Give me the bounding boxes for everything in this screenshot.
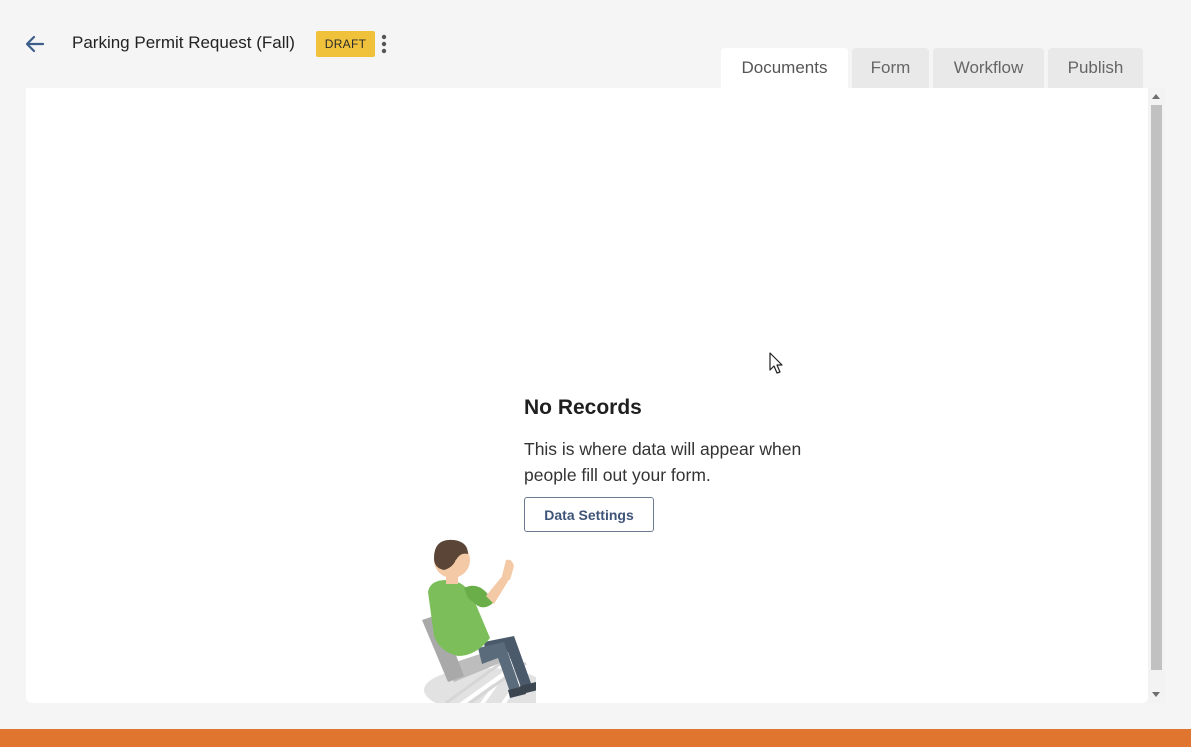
vertical-scrollbar[interactable] (1148, 88, 1165, 703)
tab-workflow[interactable]: Workflow (933, 48, 1044, 88)
page-header: Parking Permit Request (Fall) DRAFT Docu… (0, 0, 1191, 88)
page-title: Parking Permit Request (Fall) (72, 33, 295, 52)
scroll-thumb[interactable] (1151, 105, 1162, 670)
status-badge: DRAFT (316, 31, 375, 57)
data-settings-button[interactable]: Data Settings (524, 497, 654, 532)
person-sitting-illustration (422, 539, 536, 703)
empty-state-description: This is where data will appear when peop… (524, 439, 802, 485)
mouse-cursor-icon (769, 352, 783, 374)
tab-publish[interactable]: Publish (1048, 48, 1143, 88)
kebab-menu-icon (381, 34, 387, 54)
footer-bar (0, 729, 1191, 747)
more-options-button[interactable] (376, 32, 392, 56)
tab-documents[interactable]: Documents (721, 48, 848, 88)
scroll-up-icon[interactable] (1152, 94, 1160, 99)
back-button[interactable] (22, 31, 48, 57)
arrow-left-icon (25, 35, 45, 53)
empty-state-title: No Records (524, 396, 642, 419)
tab-form[interactable]: Form (852, 48, 929, 88)
documents-panel: No Records This is where data will appea… (26, 88, 1148, 703)
scroll-down-icon[interactable] (1152, 692, 1160, 697)
